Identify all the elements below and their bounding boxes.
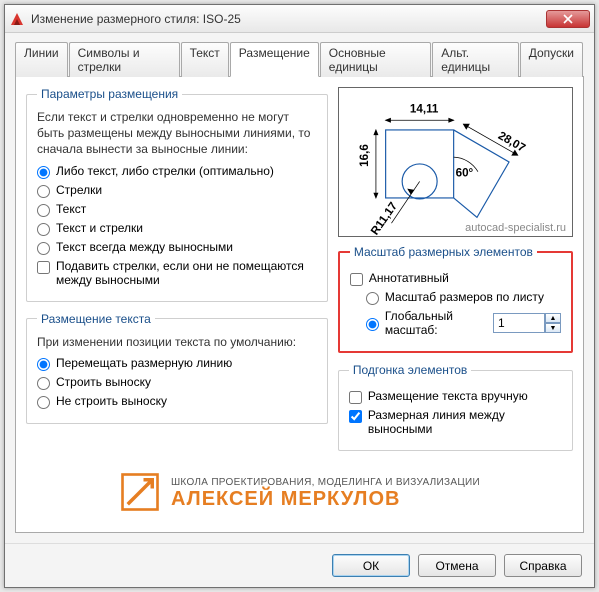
fit-radio-4[interactable] [37, 242, 50, 255]
tp-radio-0[interactable] [37, 358, 50, 371]
scale-layout-label: Масштаб размеров по листу [385, 290, 544, 304]
tab-1[interactable]: Символы и стрелки [69, 42, 180, 77]
svg-text:16,6: 16,6 [358, 144, 371, 167]
manual-text-checkbox[interactable] [349, 391, 362, 404]
fit-radio-2[interactable] [37, 204, 50, 217]
fit-radio-label-3: Текст и стрелки [56, 221, 143, 235]
global-scale-down[interactable]: ▼ [545, 323, 561, 333]
fit-radio-0[interactable] [37, 166, 50, 179]
fit-radio-label-2: Текст [56, 202, 86, 216]
text-placement-desc: При изменении позиции текста по умолчани… [37, 334, 317, 350]
tp-radio-label-1: Строить выноску [56, 375, 151, 389]
tab-5[interactable]: Альт. единицы [432, 42, 519, 77]
annotative-checkbox[interactable] [350, 273, 363, 286]
fit-radio-label-4: Текст всегда между выносными [56, 240, 233, 254]
dimline-checkbox[interactable] [349, 410, 362, 423]
close-button[interactable] [546, 10, 590, 28]
legend-text-placement: Размещение текста [37, 312, 155, 326]
legend-fit: Параметры размещения [37, 87, 182, 101]
tab-6[interactable]: Допуски [520, 42, 583, 77]
suppress-arrows-label: Подавить стрелки, если они не помещаются… [56, 259, 317, 287]
tab-body: Параметры размещения Если текст и стрелк… [15, 77, 584, 533]
fit-radio-3[interactable] [37, 223, 50, 236]
global-scale-up[interactable]: ▲ [545, 313, 561, 323]
dimension-preview: 14,11 16,6 28,07 R11,17 60° autocad-spec… [338, 87, 573, 237]
scale-layout-radio[interactable] [366, 292, 379, 305]
group-scale: Масштаб размерных элементов Аннотативный… [338, 245, 573, 353]
window-title: Изменение размерного стиля: ISO-25 [31, 12, 546, 26]
scale-global-radio[interactable] [366, 318, 379, 331]
fit-radio-label-1: Стрелки [56, 183, 102, 197]
fit-desc: Если текст и стрелки одновременно не мог… [37, 109, 317, 158]
manual-text-label: Размещение текста вручную [368, 389, 528, 403]
logo-area: ШКОЛА ПРОЕКТИРОВАНИЯ, МОДЕЛИНГА И ВИЗУАЛ… [26, 465, 573, 522]
scale-global-label: Глобальный масштаб: [385, 309, 493, 337]
logo-text: ШКОЛА ПРОЕКТИРОВАНИЯ, МОДЕЛИНГА И ВИЗУАЛ… [171, 477, 480, 511]
app-icon [9, 11, 25, 27]
help-button[interactable]: Справка [504, 554, 582, 577]
svg-text:28,07: 28,07 [496, 129, 528, 155]
group-fine-tuning: Подгонка элементов Размещение текста вру… [338, 363, 573, 451]
svg-text:14,11: 14,11 [410, 102, 439, 115]
tab-0[interactable]: Линии [15, 42, 68, 77]
fit-radio-label-0: Либо текст, либо стрелки (оптимально) [56, 164, 274, 178]
tp-radio-label-0: Перемещать размерную линию [56, 356, 232, 370]
tp-radio-2[interactable] [37, 396, 50, 409]
global-scale-input[interactable] [493, 313, 545, 333]
watermark-text: autocad-specialist.ru [465, 222, 566, 234]
tab-2[interactable]: Текст [181, 42, 229, 77]
dimline-label: Размерная линия между выносными [368, 408, 562, 436]
tab-strip: ЛинииСимволы и стрелкиТекстРазмещениеОсн… [15, 41, 584, 77]
group-fit-options: Параметры размещения Если текст и стрелк… [26, 87, 328, 302]
svg-text:60°: 60° [455, 167, 473, 180]
cancel-button[interactable]: Отмена [418, 554, 496, 577]
tab-4[interactable]: Основные единицы [320, 42, 431, 77]
legend-fine: Подгонка элементов [349, 363, 471, 377]
annotative-label: Аннотативный [369, 271, 449, 285]
suppress-arrows-checkbox[interactable] [37, 261, 50, 274]
legend-scale: Масштаб размерных элементов [350, 245, 537, 259]
button-bar: ОК Отмена Справка [5, 543, 594, 587]
tp-radio-label-2: Не строить выноску [56, 394, 167, 408]
logo-icon [119, 471, 161, 516]
ok-button[interactable]: ОК [332, 554, 410, 577]
group-text-placement: Размещение текста При изменении позиции … [26, 312, 328, 424]
dialog-window: Изменение размерного стиля: ISO-25 Линии… [4, 4, 595, 588]
tab-3[interactable]: Размещение [230, 42, 319, 77]
logo-line1: ШКОЛА ПРОЕКТИРОВАНИЯ, МОДЕЛИНГА И ВИЗУАЛ… [171, 477, 480, 488]
tp-radio-1[interactable] [37, 377, 50, 390]
logo-line2: АЛЕКСЕЙ МЕРКУЛОВ [171, 488, 480, 511]
client-area: ЛинииСимволы и стрелкиТекстРазмещениеОсн… [5, 33, 594, 543]
titlebar: Изменение размерного стиля: ISO-25 [5, 5, 594, 33]
fit-radio-1[interactable] [37, 185, 50, 198]
